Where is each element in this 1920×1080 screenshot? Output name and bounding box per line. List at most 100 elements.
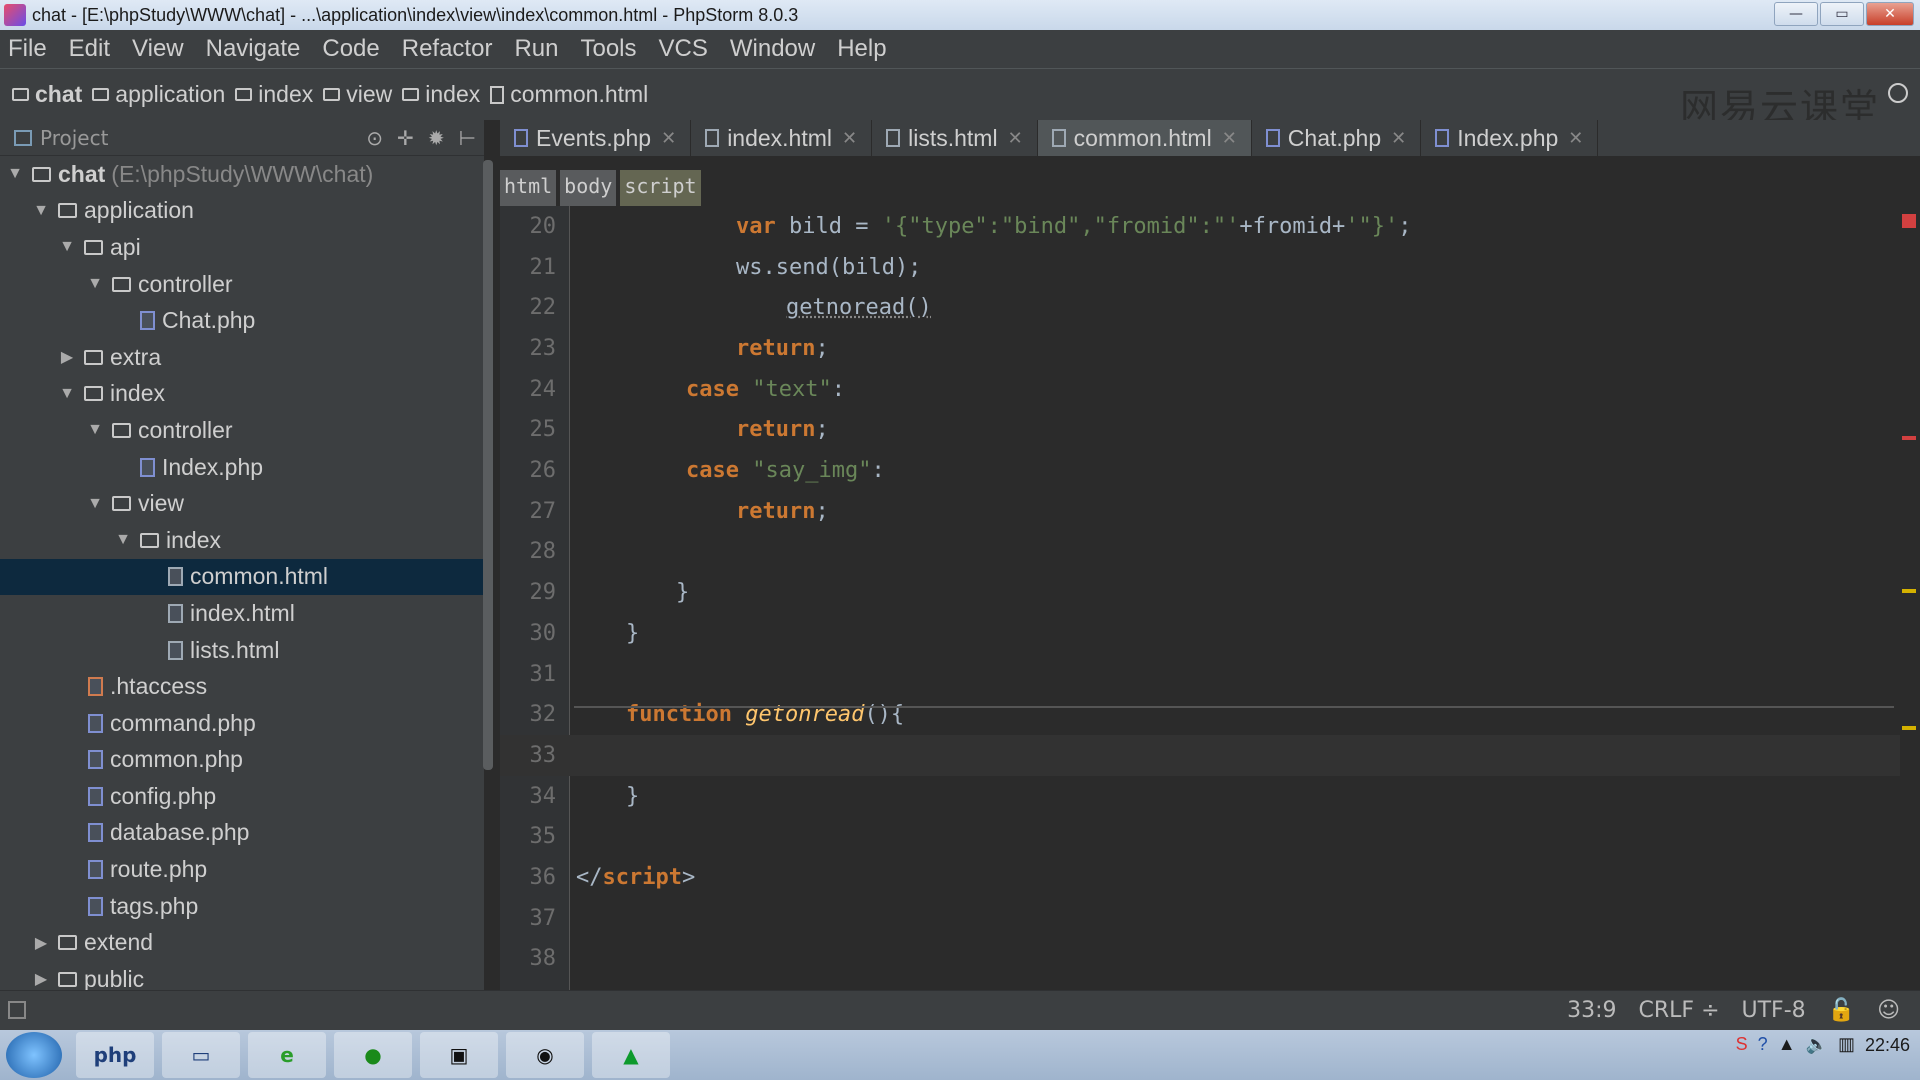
menu-code[interactable]: Code: [322, 35, 379, 63]
code-line[interactable]: 31: [500, 654, 1900, 695]
tree-item-tags-php[interactable]: tags.php: [0, 888, 485, 925]
code-line[interactable]: 23 return;: [500, 328, 1900, 369]
volume-icon[interactable]: 🔈: [1806, 1034, 1828, 1055]
menu-run[interactable]: Run: [514, 35, 558, 63]
menu-tools[interactable]: Tools: [580, 35, 636, 63]
cursor-position[interactable]: 33:9: [1567, 998, 1616, 1023]
close-tab-icon[interactable]: ✕: [842, 128, 857, 149]
phpstorm-taskbar-icon[interactable]: php: [76, 1032, 154, 1078]
tree-item-extend[interactable]: ▶ extend: [0, 924, 485, 961]
file-encoding[interactable]: UTF-8: [1742, 998, 1806, 1023]
project-scrollbar[interactable]: [483, 160, 493, 770]
menu-edit[interactable]: Edit: [69, 35, 110, 63]
close-button[interactable]: ✕: [1866, 2, 1914, 26]
help-icon[interactable]: ?: [1758, 1034, 1768, 1055]
breadcrumb-file[interactable]: common.html: [490, 81, 648, 108]
collapse-arrow-icon[interactable]: ▶: [32, 933, 50, 953]
tree-item-controller[interactable]: ▼ controller: [0, 266, 485, 303]
tree-item-lists-html[interactable]: lists.html: [0, 632, 485, 669]
project-label[interactable]: Project: [40, 126, 108, 150]
breadcrumb-index[interactable]: index: [235, 81, 313, 108]
tree-item-common-php[interactable]: common.php: [0, 742, 485, 779]
code-line[interactable]: 25 return;: [500, 410, 1900, 451]
breadcrumb-view[interactable]: view: [323, 81, 392, 108]
minimize-button[interactable]: —: [1774, 2, 1818, 26]
tree-item-view-index[interactable]: ▼ index: [0, 522, 485, 559]
tab-common-html[interactable]: common.html ✕: [1037, 120, 1252, 156]
tree-item-common-html[interactable]: common.html: [0, 558, 485, 596]
obs-taskbar-icon[interactable]: ◉: [506, 1032, 584, 1078]
collapse-icon[interactable]: ✛: [397, 126, 414, 150]
tag-script[interactable]: script: [620, 170, 701, 206]
code-line[interactable]: 20 var bild = '{"type":"bind","fromid":"'…: [500, 206, 1900, 247]
tab-chat-php[interactable]: Chat.php ✕: [1252, 120, 1422, 156]
code-line[interactable]: 27 return;: [500, 491, 1900, 532]
editor-scrollbar[interactable]: [1902, 206, 1920, 990]
code-line[interactable]: 30}: [500, 613, 1900, 654]
tree-item-htaccess[interactable]: .htaccess: [0, 668, 485, 705]
breadcrumb-index-2[interactable]: index: [402, 81, 480, 108]
app-green-taskbar-icon[interactable]: ▲: [592, 1032, 670, 1078]
tree-item-application[interactable]: ▼ application: [0, 193, 485, 230]
code-line[interactable]: 26 case "say_img":: [500, 450, 1900, 491]
maximize-button[interactable]: ▭: [1820, 2, 1864, 26]
tree-item-index[interactable]: ▼ index: [0, 376, 485, 413]
sync-icon[interactable]: ⊙: [366, 126, 383, 150]
error-marker[interactable]: [1902, 436, 1916, 440]
close-tab-icon[interactable]: ✕: [661, 128, 676, 149]
expand-arrow-icon[interactable]: ▼: [58, 385, 76, 403]
menu-file[interactable]: File: [8, 35, 47, 63]
tab-lists-html[interactable]: lists.html ✕: [872, 120, 1038, 156]
search-icon[interactable]: [1888, 83, 1908, 103]
tree-item-api[interactable]: ▼ api: [0, 229, 485, 266]
tree-item-index-php[interactable]: Index.php: [0, 449, 485, 486]
collapse-arrow-icon[interactable]: ▶: [32, 969, 50, 989]
tree-item-extra[interactable]: ▶ extra: [0, 339, 485, 376]
code-line[interactable]: 29}: [500, 572, 1900, 613]
hide-icon[interactable]: ⊢: [459, 126, 476, 150]
tool-windows-icon[interactable]: [8, 1001, 26, 1019]
code-line[interactable]: 32 function getonread(){: [500, 694, 1900, 735]
tab-index-php[interactable]: Index.php ✕: [1421, 120, 1599, 156]
menu-navigate[interactable]: Navigate: [206, 35, 301, 63]
lock-icon[interactable]: 🔓: [1828, 998, 1855, 1023]
tab-index-html[interactable]: index.html ✕: [691, 120, 873, 156]
code-line[interactable]: 38: [500, 939, 1900, 980]
tree-item-database-php[interactable]: database.php: [0, 815, 485, 852]
app-taskbar-icon[interactable]: ●: [334, 1032, 412, 1078]
tree-item-config-php[interactable]: config.php: [0, 778, 485, 815]
terminal-taskbar-icon[interactable]: ▣: [420, 1032, 498, 1078]
input-method-icon[interactable]: S: [1736, 1034, 1748, 1055]
tree-item-chat-php[interactable]: Chat.php: [0, 302, 485, 339]
close-tab-icon[interactable]: ✕: [1008, 128, 1023, 149]
clock[interactable]: 22:46: [1865, 1035, 1910, 1055]
expand-arrow-icon[interactable]: ▼: [6, 165, 24, 183]
menu-view[interactable]: View: [132, 35, 184, 63]
explorer-taskbar-icon[interactable]: ▭: [162, 1032, 240, 1078]
tree-item-route-php[interactable]: route.php: [0, 851, 485, 888]
collapse-arrow-icon[interactable]: ▶: [58, 347, 76, 367]
gear-icon[interactable]: ✹: [428, 126, 445, 150]
tree-item-controller-2[interactable]: ▼ controller: [0, 412, 485, 449]
current-code-line[interactable]: 33: [500, 735, 1900, 776]
code-line[interactable]: 37: [500, 898, 1900, 939]
code-line[interactable]: 35: [500, 817, 1900, 858]
expand-arrow-icon[interactable]: ▼: [32, 202, 50, 220]
line-separator[interactable]: CRLF ÷: [1639, 998, 1720, 1023]
warning-marker[interactable]: [1902, 726, 1916, 730]
breadcrumb-application[interactable]: application: [92, 81, 225, 108]
code-line[interactable]: 36 </script>: [500, 857, 1900, 898]
warning-marker[interactable]: [1902, 589, 1916, 593]
tray-expand-icon[interactable]: ▲: [1778, 1034, 1796, 1055]
tag-body[interactable]: body: [560, 170, 617, 206]
tree-item-chat[interactable]: ▼ chat (E:\phpStudy\WWW\chat): [0, 156, 485, 193]
expand-arrow-icon[interactable]: ▼: [86, 275, 104, 293]
close-tab-icon[interactable]: ✕: [1222, 128, 1237, 149]
menu-help[interactable]: Help: [837, 35, 886, 63]
menu-vcs[interactable]: VCS: [659, 35, 708, 63]
inspector-icon[interactable]: ☺: [1877, 998, 1900, 1023]
code-editor[interactable]: 20 var bild = '{"type":"bind","fromid":"'…: [500, 206, 1920, 990]
expand-arrow-icon[interactable]: ▼: [86, 421, 104, 439]
tree-item-index-html[interactable]: index.html: [0, 595, 485, 632]
code-line[interactable]: 22 getnoread(): [500, 287, 1900, 328]
